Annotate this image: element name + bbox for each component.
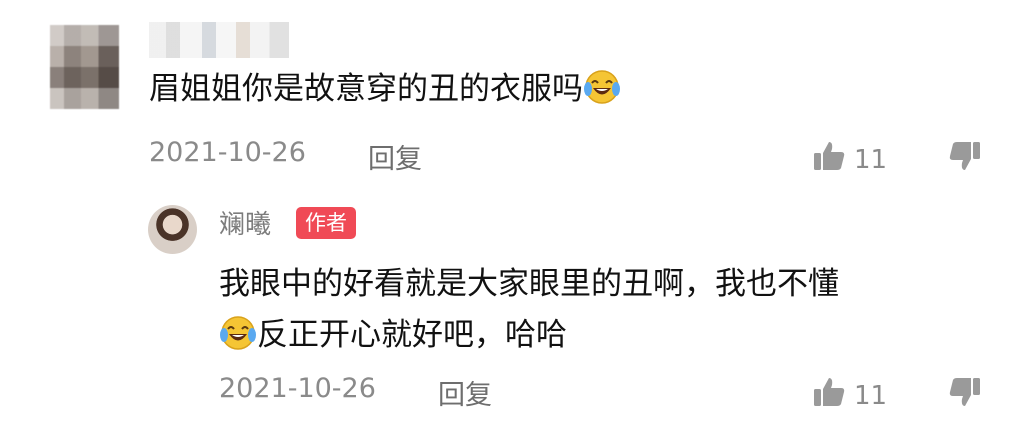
reply-reply-button[interactable]: 回复 [438, 373, 492, 412]
laughing-crying-emoji-icon [583, 69, 621, 105]
dislike-button[interactable] [948, 140, 982, 176]
thumbs-down-icon [948, 142, 982, 176]
comment-thread: 眉姐姐你是故意穿的丑的衣服吗 2021-10-26 回复 11 斓曦 作者 我眼… [0, 0, 1024, 433]
reply-text-line-2: 反正开心就好吧，哈哈 [257, 317, 567, 353]
author-name[interactable]: 斓曦 [219, 204, 271, 241]
comment-text-container: 眉姐姐你是故意穿的丑的衣服吗 [149, 66, 621, 112]
laughing-crying-emoji-icon [219, 315, 257, 351]
reply-dislike-button[interactable] [948, 376, 982, 412]
commenter-name-blurred[interactable] [149, 22, 289, 58]
like-count: 11 [854, 144, 888, 175]
like-button[interactable]: 11 [812, 140, 887, 179]
avatar[interactable] [50, 25, 119, 109]
reply-button[interactable]: 回复 [368, 137, 422, 176]
reply-text-line-1: 我眼中的好看就是大家眼里的丑啊，我也不懂 [219, 266, 839, 302]
reply-like-count: 11 [854, 380, 888, 411]
reply-date: 2021-10-26 [219, 373, 376, 404]
comment-date: 2021-10-26 [149, 137, 306, 168]
thumbs-down-icon [948, 378, 982, 412]
reply-like-button[interactable]: 11 [812, 376, 887, 415]
author-avatar[interactable] [148, 205, 197, 254]
comment-text: 眉姐姐你是故意穿的丑的衣服吗 [149, 71, 583, 107]
thumbs-up-icon [812, 140, 846, 179]
thumbs-up-icon [812, 376, 846, 415]
reply-text-container: 我眼中的好看就是大家眼里的丑啊，我也不懂 反正开心就好吧，哈哈 [219, 259, 979, 361]
author-badge: 作者 [296, 207, 356, 239]
